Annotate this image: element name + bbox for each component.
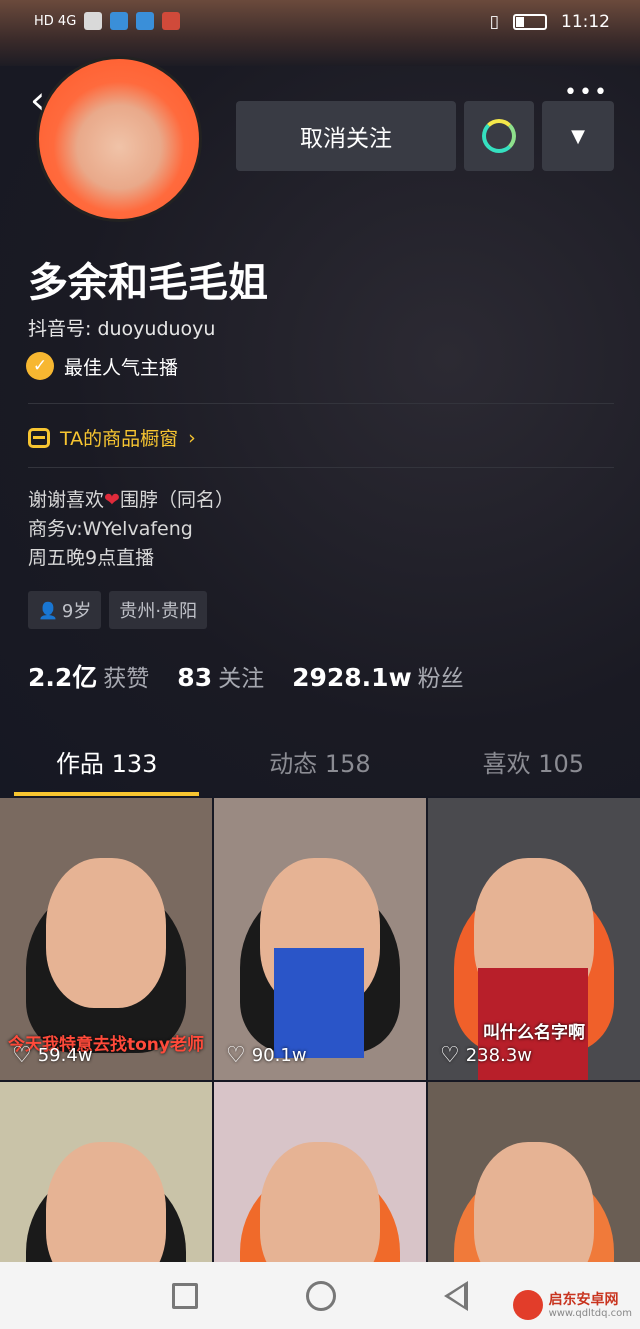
status-left-icons: HD 4G (34, 12, 181, 30)
back-icon[interactable]: ‹ (30, 78, 45, 122)
age-label: 9岁 (61, 601, 92, 622)
heart-outline-icon: ♡ (12, 1043, 32, 1068)
fans-count: 2928.1w (292, 663, 412, 692)
bio: 谢谢喜欢❤围脖（同名） 商务v:WYelvafeng 周五晚9点直播 (28, 486, 234, 573)
status-bar: HD 4G ▯ 11:12 (0, 0, 640, 66)
bio-text: 谢谢喜欢 (28, 489, 105, 511)
bio-line: 商务v:WYelvafeng (28, 518, 193, 540)
avatar[interactable] (36, 56, 202, 222)
watermark-logo-icon (512, 1290, 543, 1320)
chat-bubble-icon (482, 119, 516, 153)
following-count: 83 (177, 663, 213, 692)
likes-count: 2.2亿 (28, 663, 98, 692)
likes-label: 获赞 (103, 666, 150, 692)
video-thumbnail[interactable]: ♡ 90.1w (214, 798, 426, 1080)
home-button[interactable] (306, 1280, 336, 1311)
recommend-dropdown-button[interactable]: ▼ (542, 101, 614, 171)
douyin-id: 抖音号: duoyuduoyu (28, 318, 216, 340)
tab-works[interactable]: 作品 133 (0, 736, 213, 796)
fans-stat[interactable]: 2928.1w 粉丝 (292, 659, 464, 693)
message-button[interactable] (464, 101, 534, 171)
bio-line: 周五晚9点直播 (28, 547, 155, 569)
likes-stat: 2.2亿 获赞 (28, 658, 149, 694)
divider (28, 403, 614, 404)
triangle-down-icon: ▼ (571, 125, 585, 147)
tab-likes[interactable]: 喜欢 105 (427, 736, 640, 796)
fans-label: 粉丝 (417, 666, 464, 692)
likes-count: 59.4w (37, 1045, 93, 1066)
stats-row: 2.2亿 获赞 83 关注 2928.1w 粉丝 (28, 658, 464, 694)
thumbnail-face (46, 858, 166, 1009)
following-label: 关注 (218, 666, 265, 692)
person-icon: 👤 (38, 600, 58, 620)
bio-line: 谢谢喜欢❤围脖（同名） (28, 486, 234, 515)
verification-badge: ✓ 最佳人气主播 (26, 352, 178, 380)
profile-tabs: 作品 133 动态 158 喜欢 105 (0, 736, 640, 796)
status-right: ▯ 11:12 (490, 12, 610, 32)
tab-moments[interactable]: 动态 158 (213, 736, 426, 796)
unfollow-button[interactable]: 取消关注 (236, 101, 456, 171)
video-grid: 今天我特意去找tony老师 ♡ 59.4w ♡ 90.1w 叫什么名字啊 ♡ 2… (0, 798, 640, 1329)
age-tag: 👤 9岁 (28, 591, 102, 629)
location-label: 贵州·贵阳 (119, 601, 198, 622)
back-button[interactable] (444, 1280, 468, 1311)
wifi-app-icon (136, 12, 155, 30)
watermark-text: 启东安卓网 www.qdltdq.com (549, 1292, 632, 1319)
video-caption: 叫什么名字啊 (483, 1023, 585, 1043)
video-likes: ♡ 238.3w (440, 1043, 532, 1068)
chevron-right-icon: › (188, 426, 196, 449)
video-likes: ♡ 59.4w (12, 1043, 93, 1068)
map-app-icon (162, 12, 181, 30)
battery-icon (513, 14, 547, 30)
shop-label: TA的商品橱窗 (60, 428, 179, 450)
following-stat[interactable]: 83 关注 (177, 659, 264, 693)
shop-icon (28, 427, 50, 448)
watermark-url: www.qdltdq.com (548, 1307, 632, 1319)
notification-icon (84, 12, 103, 30)
video-likes: ♡ 90.1w (226, 1043, 307, 1068)
heart-outline-icon: ♡ (226, 1043, 246, 1068)
watermark: 启东安卓网 www.qdltdq.com (512, 1290, 632, 1320)
heart-icon: ❤ (104, 489, 120, 511)
divider (28, 467, 614, 468)
profile-name: 多余和毛毛姐 (28, 260, 268, 306)
video-thumbnail[interactable]: 今天我特意去找tony老师 ♡ 59.4w (0, 798, 212, 1080)
app-notification-icon (110, 12, 129, 30)
thumbnail-clothing (274, 948, 364, 1058)
shop-window-link[interactable]: TA的商品橱窗 › (28, 424, 196, 451)
recents-button[interactable] (172, 1282, 198, 1309)
vibrate-icon: ▯ (489, 12, 499, 32)
location-tag: 贵州·贵阳 (109, 591, 208, 629)
profile-tags: 👤 9岁 贵州·贵阳 (28, 591, 208, 629)
heart-outline-icon: ♡ (440, 1043, 460, 1068)
likes-count: 90.1w (251, 1045, 307, 1066)
video-thumbnail[interactable]: 叫什么名字啊 ♡ 238.3w (428, 798, 640, 1080)
bio-text: 围脖（同名） (119, 489, 234, 511)
watermark-name: 启东安卓网 (548, 1291, 619, 1308)
check-icon: ✓ (26, 352, 54, 380)
likes-count: 238.3w (465, 1045, 532, 1066)
badge-label: 最佳人气主播 (64, 356, 179, 379)
clock: 11:12 (561, 12, 610, 32)
network-indicator: HD 4G (34, 13, 77, 29)
